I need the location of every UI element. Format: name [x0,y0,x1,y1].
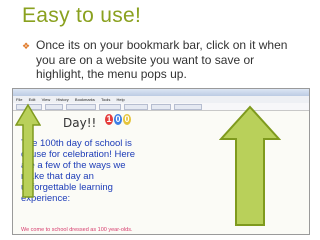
bookmark-item[interactable] [124,103,148,110]
menu-item[interactable]: Edit [29,97,36,102]
menu-item[interactable]: Help [116,97,124,102]
bullet-text: Once its on your bookmark bar, click on … [36,38,288,81]
browser-title-bar [13,89,309,96]
slide-title: Easy to use! [22,4,142,27]
bookmark-item[interactable] [174,103,202,110]
bookmark-item[interactable] [66,103,96,110]
logo-100-icon: 100 [105,114,131,125]
up-arrow-icon [219,105,281,226]
menu-item[interactable]: Bookmarks [75,97,95,102]
bookmark-item[interactable] [45,103,63,110]
menu-item[interactable]: File [16,97,22,102]
page-pink-line: We come to school dressed as 100 year-ol… [21,227,133,233]
page-heading: Day!! [63,116,97,130]
menu-item[interactable]: History [56,97,68,102]
bullet-diamond-icon: ❖ [22,41,31,51]
browser-screenshot: File Edit View History Bookmarks Tools H… [12,88,310,235]
bookmark-item[interactable] [151,103,171,110]
menu-item[interactable]: Tools [101,97,110,102]
bookmark-item[interactable] [99,103,121,110]
menu-item[interactable]: View [42,97,51,102]
browser-menu-bar: File Edit View History Bookmarks Tools H… [13,96,309,103]
up-arrow-icon [15,103,41,198]
